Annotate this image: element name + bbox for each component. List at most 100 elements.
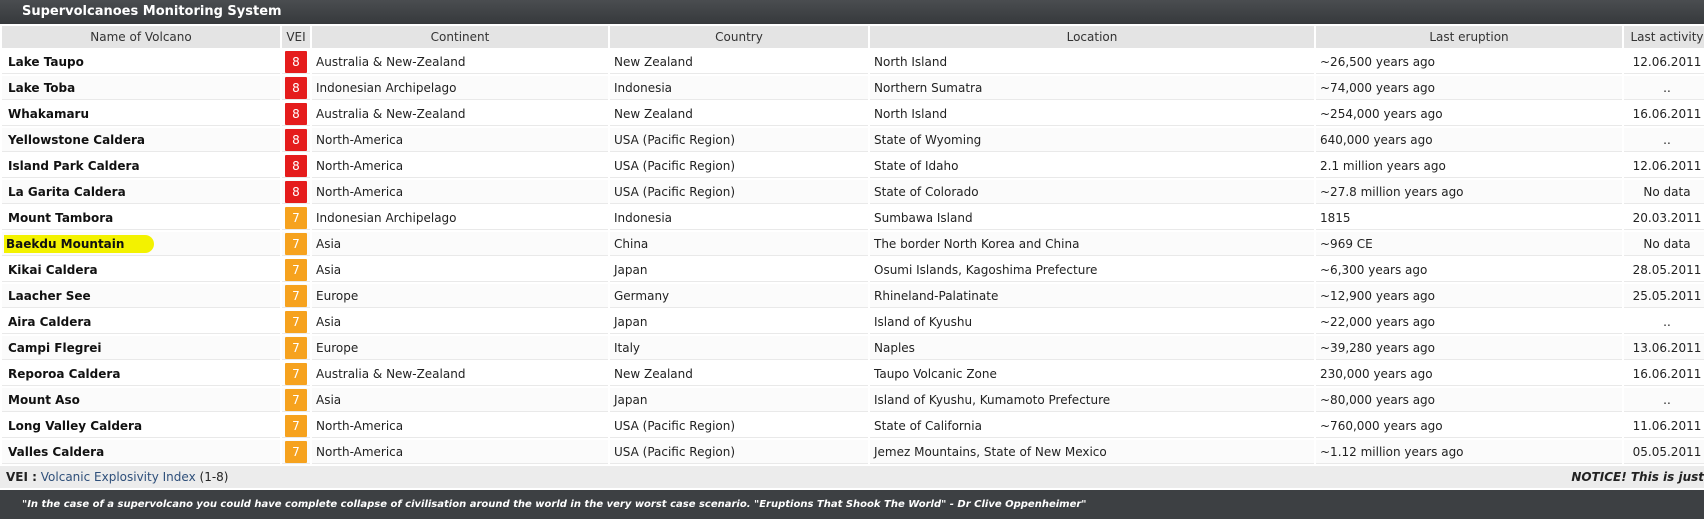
column-header-last-activity[interactable]: Last activity: [1624, 26, 1704, 48]
vei-cell: 7: [282, 284, 310, 308]
location-cell: North Island: [870, 102, 1314, 126]
country-cell: New Zealand: [610, 50, 868, 74]
vei-legend-range: (1-8): [199, 470, 229, 484]
location-cell: The border North Korea and China: [870, 232, 1314, 256]
vei-badge: 7: [285, 336, 307, 359]
table-row[interactable]: Valles Caldera 7 North-America USA (Pacific…: [2, 440, 1704, 464]
location-cell: State of Wyoming: [870, 128, 1314, 152]
last-eruption-cell: 230,000 years ago: [1316, 362, 1622, 386]
location-cell: Island of Kyushu: [870, 310, 1314, 334]
last-eruption-cell: ~12,900 years ago: [1316, 284, 1622, 308]
volcano-name-cell: Island Park Caldera: [2, 154, 280, 178]
last-activity-cell: 16.06.2011: [1624, 102, 1704, 126]
location-cell: State of California: [870, 414, 1314, 438]
volcano-name-cell: Baekdu Mountain: [2, 232, 280, 256]
location-cell: State of Colorado: [870, 180, 1314, 204]
country-cell: New Zealand: [610, 362, 868, 386]
column-header-last-eruption[interactable]: Last eruption: [1316, 26, 1622, 48]
table-row[interactable]: Whakamaru 8 Australia & New-Zealand New Zea…: [2, 102, 1704, 126]
quote-bar: "In the case of a supervolcano you could…: [0, 490, 1704, 519]
country-cell: Japan: [610, 258, 868, 282]
last-eruption-cell: 640,000 years ago: [1316, 128, 1622, 152]
column-header-country[interactable]: Country: [610, 26, 868, 48]
last-eruption-cell: ~27.8 million years ago: [1316, 180, 1622, 204]
location-cell: Naples: [870, 336, 1314, 360]
vei-cell: 8: [282, 50, 310, 74]
page-title: Supervolcanoes Monitoring System: [0, 0, 1704, 24]
table-row[interactable]: Campi Flegrei 7 Europe Italy Naples ~39,280 y…: [2, 336, 1704, 360]
table-row[interactable]: Laacher See 7 Europe Germany Rhineland-Palat…: [2, 284, 1704, 308]
country-cell: Indonesia: [610, 76, 868, 100]
notice-text: NOTICE! This is just: [1571, 470, 1704, 484]
last-activity-cell: ..: [1624, 388, 1704, 412]
table-row[interactable]: Aira Caldera 7 Asia Japan Island of Kyushu ~2…: [2, 310, 1704, 334]
table-row[interactable]: Lake Taupo 8 Australia & New-Zealand New Ze…: [2, 50, 1704, 74]
column-header-vei[interactable]: VEI: [282, 26, 310, 48]
continent-cell: North-America: [312, 154, 608, 178]
vei-badge: 7: [285, 362, 307, 385]
last-activity-cell: 12.06.2011: [1624, 50, 1704, 74]
table-row[interactable]: Long Valley Caldera 7 North-America USA (Pa…: [2, 414, 1704, 438]
continent-cell: Asia: [312, 388, 608, 412]
location-cell: North Island: [870, 50, 1314, 74]
vei-cell: 7: [282, 362, 310, 386]
location-cell: Jemez Mountains, State of New Mexico: [870, 440, 1314, 464]
volcano-name-cell: Campi Flegrei: [2, 336, 280, 360]
table-row[interactable]: Island Park Caldera 8 North-America USA (Pa…: [2, 154, 1704, 178]
last-eruption-cell: ~80,000 years ago: [1316, 388, 1622, 412]
last-activity-cell: 16.06.2011: [1624, 362, 1704, 386]
volcano-name-cell: Kikai Caldera: [2, 258, 280, 282]
continent-cell: Asia: [312, 232, 608, 256]
continent-cell: North-America: [312, 180, 608, 204]
continent-cell: Indonesian Archipelago: [312, 76, 608, 100]
vei-cell: 7: [282, 206, 310, 230]
continent-cell: Australia & New-Zealand: [312, 102, 608, 126]
location-cell: Taupo Volcanic Zone: [870, 362, 1314, 386]
location-cell: Island of Kyushu, Kumamoto Prefecture: [870, 388, 1314, 412]
last-eruption-cell: 2.1 million years ago: [1316, 154, 1622, 178]
volcano-name-cell: La Garita Caldera: [2, 180, 280, 204]
country-cell: USA (Pacific Region): [610, 440, 868, 464]
table-row[interactable]: Yellowstone Caldera 8 North-America USA (Pa…: [2, 128, 1704, 152]
continent-cell: Indonesian Archipelago: [312, 206, 608, 230]
vei-cell: 7: [282, 440, 310, 464]
vei-legend-link[interactable]: Volcanic Explosivity Index: [41, 470, 196, 484]
table-row[interactable]: La Garita Caldera 8 North-America USA (Paci…: [2, 180, 1704, 204]
volcano-table: Name of Volcano VEI Continent Country Lo…: [0, 24, 1704, 466]
table-row[interactable]: Mount Tambora 7 Indonesian Archipelago Indo…: [2, 206, 1704, 230]
last-activity-cell: 28.05.2011: [1624, 258, 1704, 282]
table-row[interactable]: Kikai Caldera 7 Asia Japan Osumi Islands, Ka…: [2, 258, 1704, 282]
continent-cell: North-America: [312, 414, 608, 438]
table-row[interactable]: Baekdu Mountain 7 Asia China The border Nort…: [2, 232, 1704, 256]
column-header-location[interactable]: Location: [870, 26, 1314, 48]
last-activity-cell: 12.06.2011: [1624, 154, 1704, 178]
volcano-name-cell: Mount Aso: [2, 388, 280, 412]
vei-cell: 8: [282, 154, 310, 178]
table-row[interactable]: Reporoa Caldera 7 Australia & New-Zealand N…: [2, 362, 1704, 386]
last-eruption-cell: ~39,280 years ago: [1316, 336, 1622, 360]
last-activity-cell: 11.06.2011: [1624, 414, 1704, 438]
last-eruption-cell: ~254,000 years ago: [1316, 102, 1622, 126]
volcano-name-cell: Laacher See: [2, 284, 280, 308]
table-row[interactable]: Lake Toba 8 Indonesian Archipelago Indonesi…: [2, 76, 1704, 100]
country-cell: Indonesia: [610, 206, 868, 230]
country-cell: Germany: [610, 284, 868, 308]
table-row[interactable]: Mount Aso 7 Asia Japan Island of Kyushu, Kum…: [2, 388, 1704, 412]
volcano-name-cell: Aira Caldera: [2, 310, 280, 334]
last-activity-cell: ..: [1624, 76, 1704, 100]
last-activity-cell: 25.05.2011: [1624, 284, 1704, 308]
last-eruption-cell: ~26,500 years ago: [1316, 50, 1622, 74]
vei-badge: 7: [285, 414, 307, 437]
last-activity-cell: ..: [1624, 128, 1704, 152]
continent-cell: Asia: [312, 310, 608, 334]
vei-cell: 8: [282, 76, 310, 100]
vei-badge: 7: [285, 206, 307, 229]
country-cell: New Zealand: [610, 102, 868, 126]
country-cell: USA (Pacific Region): [610, 414, 868, 438]
last-eruption-cell: ~22,000 years ago: [1316, 310, 1622, 334]
country-cell: Japan: [610, 388, 868, 412]
location-cell: Sumbawa Island: [870, 206, 1314, 230]
column-header-continent[interactable]: Continent: [312, 26, 608, 48]
country-cell: Japan: [610, 310, 868, 334]
column-header-name[interactable]: Name of Volcano: [2, 26, 280, 48]
